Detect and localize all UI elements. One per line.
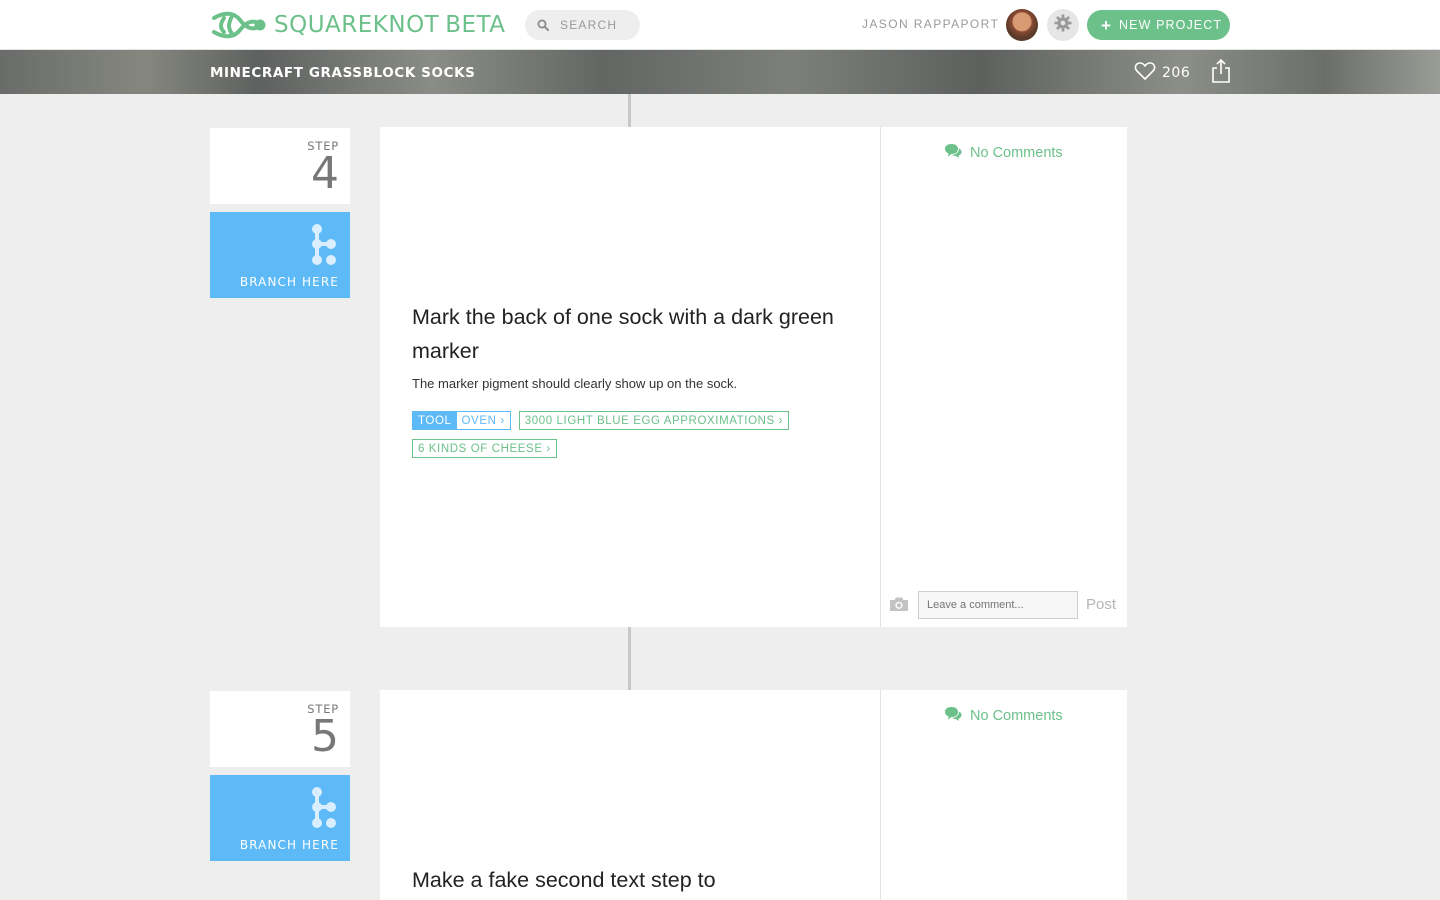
gear-icon xyxy=(1054,14,1072,36)
beta-badge: BETA xyxy=(445,12,506,38)
share-icon xyxy=(1210,58,1232,88)
user-name-link[interactable]: JASON RAPPAPORT xyxy=(862,17,999,31)
branch-icon xyxy=(309,786,339,834)
tool-value: OVEN › xyxy=(457,415,510,427)
step-title: Mark the back of one sock with a dark gr… xyxy=(412,305,834,363)
material-tag[interactable]: 6 KINDS OF CHEESE › xyxy=(412,439,557,458)
logo[interactable]: SQUAREKNOT BETA xyxy=(210,9,506,41)
step-number-box: STEP 4 xyxy=(210,128,350,204)
comments-icon xyxy=(944,706,962,726)
knot-logo-icon xyxy=(210,10,266,40)
plus-icon: + xyxy=(1101,15,1113,35)
brand-name: SQUAREKNOT BETA xyxy=(274,12,506,38)
heart-icon xyxy=(1134,61,1156,85)
project-title-bar: MINECRAFT GRASSBLOCK SOCKS 206 xyxy=(0,50,1440,94)
step-number: 4 xyxy=(311,148,339,199)
chevron-right-icon: › xyxy=(546,442,551,455)
camera-icon[interactable] xyxy=(889,596,909,616)
step-card: Make a fake second text step to No Comme… xyxy=(380,690,1127,900)
branch-here-label: BRANCH HERE xyxy=(239,838,339,852)
step-number: 5 xyxy=(311,711,339,762)
comments-header[interactable]: No Comments xyxy=(944,143,1063,163)
search-label: SEARCH xyxy=(560,18,618,32)
tag-list: TOOL OVEN › 3000 LIGHT BLUE EGG APPROXIM… xyxy=(412,411,862,458)
comments-label: No Comments xyxy=(970,708,1063,724)
tool-value-text: OVEN xyxy=(461,414,497,427)
material-tag-text: 6 KINDS OF CHEESE xyxy=(418,442,543,455)
card-divider xyxy=(880,690,881,900)
branch-icon xyxy=(309,223,339,271)
material-tag-text: 3000 LIGHT BLUE EGG APPROXIMATIONS xyxy=(524,414,775,427)
brand-wordmark: SQUAREKNOT xyxy=(274,12,440,38)
branch-here-label: BRANCH HERE xyxy=(239,275,339,289)
search-box[interactable]: SEARCH xyxy=(525,10,640,40)
project-title: MINECRAFT GRASSBLOCK SOCKS xyxy=(210,65,476,81)
step-title: Make a fake second text step to xyxy=(412,868,716,892)
post-button[interactable]: Post xyxy=(1086,596,1116,613)
chevron-right-icon: › xyxy=(778,414,784,427)
new-project-button[interactable]: + NEW PROJECT xyxy=(1087,10,1230,40)
step-card: Mark the back of one sock with a dark gr… xyxy=(380,127,1127,627)
share-button[interactable] xyxy=(1210,58,1232,88)
card-divider xyxy=(880,127,881,627)
step-description: The marker pigment should clearly show u… xyxy=(412,376,738,391)
tool-tag[interactable]: TOOL OVEN › xyxy=(412,411,511,430)
top-nav: SQUAREKNOT BETA SEARCH JASON RAPPAPORT +… xyxy=(0,0,1440,50)
new-project-label: NEW PROJECT xyxy=(1119,18,1223,32)
branch-here-button[interactable]: BRANCH HERE xyxy=(210,775,350,861)
comments-header[interactable]: No Comments xyxy=(944,706,1063,726)
avatar[interactable] xyxy=(1006,9,1038,41)
chevron-right-icon: › xyxy=(500,414,505,427)
timeline-connector xyxy=(628,627,631,690)
like-count: 206 xyxy=(1162,65,1191,81)
branch-here-button[interactable]: BRANCH HERE xyxy=(210,212,350,298)
tool-key: TOOL xyxy=(413,412,457,429)
like-button[interactable]: 206 xyxy=(1134,61,1190,85)
search-icon xyxy=(537,18,551,32)
comments-icon xyxy=(944,143,962,163)
material-tag[interactable]: 3000 LIGHT BLUE EGG APPROXIMATIONS › xyxy=(518,411,790,430)
comments-label: No Comments xyxy=(970,145,1063,161)
step-number-box: STEP 5 xyxy=(210,691,350,767)
timeline-connector xyxy=(628,94,631,127)
comment-input[interactable] xyxy=(918,591,1078,619)
settings-button[interactable] xyxy=(1047,9,1079,41)
